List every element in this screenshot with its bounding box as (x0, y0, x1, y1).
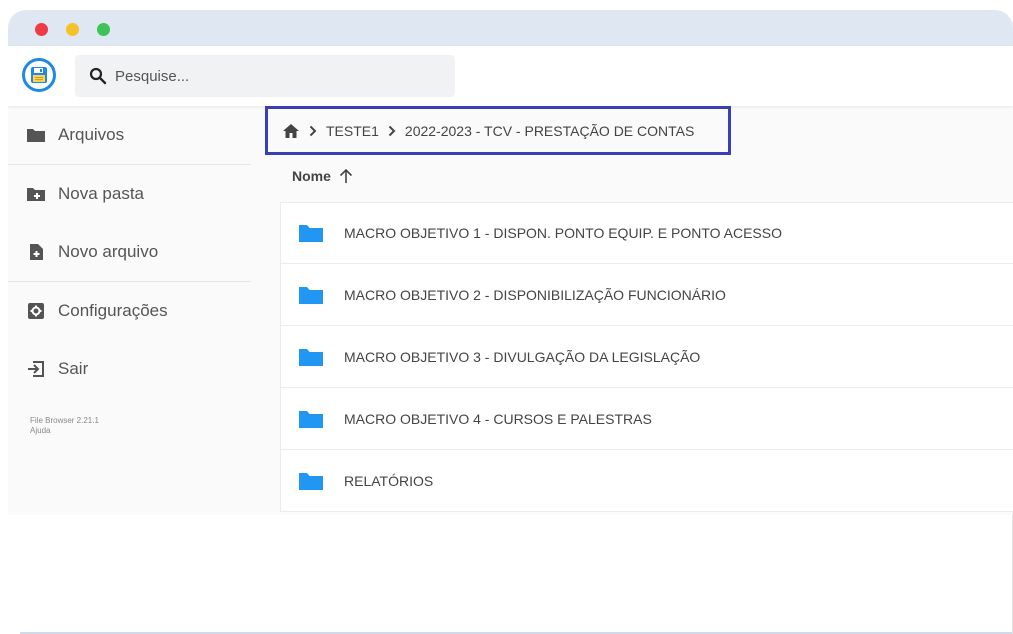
folder-name: RELATÓRIOS (344, 472, 434, 489)
search-input[interactable] (115, 55, 435, 97)
breadcrumb: TESTE1 2022-2023 - TCV - PRESTAÇÃO DE CO… (265, 106, 731, 155)
logout-icon (28, 361, 44, 377)
folder-name: MACRO OBJETIVO 3 - DIVULGAÇÃO DA LEGISLA… (344, 348, 701, 365)
sidebar-item-sair[interactable]: Sair (8, 340, 251, 398)
folder-icon (27, 129, 45, 142)
sidebar-item-nova-pasta[interactable]: Nova pasta (8, 165, 251, 223)
list-item[interactable]: MACRO OBJETIVO 4 - CURSOS E PALESTRAS (280, 388, 1013, 450)
arrow-up-icon (339, 168, 352, 183)
window-titlebar (8, 10, 1013, 46)
sidebar-item-label: Nova pasta (58, 184, 144, 203)
breadcrumb-item[interactable]: TESTE1 (326, 123, 379, 139)
sidebar-item-label: Arquivos (58, 125, 125, 144)
sidebar-item-arquivos[interactable]: Arquivos (8, 106, 251, 164)
chevron-right-icon (309, 125, 317, 137)
folder-icon (299, 348, 323, 366)
help-link[interactable]: Ajuda (30, 426, 251, 436)
file-list: MACRO OBJETIVO 1 - DISPON. PONTO EQUIP. … (280, 202, 1013, 512)
app-window: Arquivos Nova pasta Novo arquivo Conf (8, 10, 1013, 634)
minimize-window-button[interactable] (66, 23, 79, 36)
settings-icon (28, 303, 44, 319)
version-link[interactable]: File Browser 2.21.1 (30, 416, 251, 426)
column-header-name: Nome (292, 168, 331, 184)
chevron-right-icon (388, 125, 396, 137)
sidebar-item-label: Sair (58, 359, 89, 378)
floppy-disk-icon (31, 67, 47, 83)
sidebar-item-novo-arquivo[interactable]: Novo arquivo (8, 223, 251, 281)
credits: File Browser 2.21.1 Ajuda (8, 416, 251, 436)
list-item[interactable]: RELATÓRIOS (280, 450, 1013, 512)
close-window-button[interactable] (35, 23, 48, 36)
empty-area (8, 515, 1013, 634)
new-folder-icon (27, 188, 45, 201)
search-box[interactable] (75, 55, 455, 97)
breadcrumb-item[interactable]: 2022-2023 - TCV - PRESTAÇÃO DE CONTAS (405, 123, 694, 139)
home-icon[interactable] (282, 123, 300, 139)
list-item[interactable]: MACRO OBJETIVO 2 - DISPONIBILIZAÇÃO FUNC… (280, 264, 1013, 326)
folder-name: MACRO OBJETIVO 1 - DISPON. PONTO EQUIP. … (344, 225, 782, 241)
sort-by-name-button[interactable]: Nome (292, 168, 353, 184)
list-item[interactable]: MACRO OBJETIVO 3 - DIVULGAÇÃO DA LEGISLA… (280, 326, 1013, 388)
folder-name: MACRO OBJETIVO 4 - CURSOS E PALESTRAS (344, 410, 652, 427)
folder-icon (299, 472, 323, 490)
sidebar-item-label: Novo arquivo (58, 242, 159, 261)
sidebar-item-configuracoes[interactable]: Configurações (8, 282, 251, 340)
sidebar-item-label: Configurações (58, 301, 168, 320)
maximize-window-button[interactable] (97, 23, 110, 36)
search-icon (89, 67, 107, 85)
folder-name: MACRO OBJETIVO 2 - DISPONIBILIZAÇÃO FUNC… (344, 286, 726, 303)
folder-icon (299, 286, 323, 304)
sidebar: Arquivos Nova pasta Novo arquivo Configu… (8, 106, 251, 436)
top-header (8, 46, 1013, 106)
list-item[interactable]: MACRO OBJETIVO 1 - DISPON. PONTO EQUIP. … (280, 202, 1013, 264)
new-file-icon (30, 244, 43, 260)
folder-icon (299, 225, 323, 242)
app-logo[interactable] (22, 58, 56, 92)
folder-icon (299, 410, 323, 428)
